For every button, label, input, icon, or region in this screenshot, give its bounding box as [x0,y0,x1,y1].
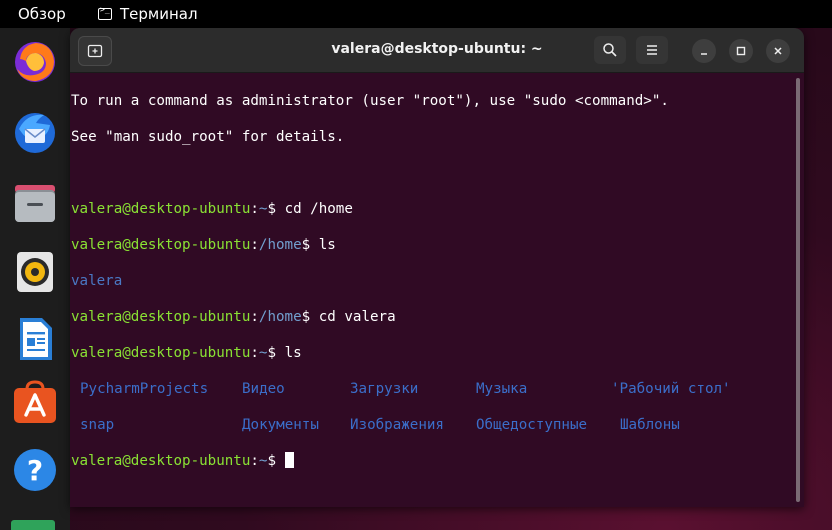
command-text: cd valera [318,309,396,325]
maximize-icon [736,46,746,56]
ls-entry: 'Рабочий стол' [611,381,731,397]
prompt-user-host: valera@desktop-ubuntu [71,237,251,253]
text-cursor [284,452,294,468]
search-icon [603,43,617,57]
prompt-path: ~ [258,201,268,217]
ls-output-line: valera [71,273,123,289]
prompt-user-host: valera@desktop-ubuntu [71,345,251,361]
ls-entry: Шаблоны [620,417,680,433]
thunderbird-icon[interactable] [11,108,59,156]
ls-entry: Общедоступные [476,417,588,433]
prompt-line: valera@desktop-ubuntu:~$ [71,452,791,470]
terminal-window: valera@desktop-ubuntu: ~ To run a comman… [70,28,804,507]
terminal-output[interactable]: To run a command as administrator (user … [71,74,791,504]
top-bar: Обзор Терминал [0,0,832,28]
prompt-path: /home [258,237,302,253]
motd-line-2: See "man sudo_root" for details. [71,129,345,145]
prompt-user-host: valera@desktop-ubuntu [71,309,251,325]
files-icon[interactable] [11,178,59,226]
firefox-icon[interactable] [11,38,59,86]
prompt-line: valera@desktop-ubuntu:/home$ cd valera [71,309,396,325]
ls-entry: PycharmProjects [80,381,209,397]
app-name: Терминал [120,5,198,23]
prompt-path: ~ [258,453,268,469]
ls-entry: Музыка [476,381,528,397]
prompt-path: /home [258,309,302,325]
partial-dock-icon[interactable] [11,520,55,530]
prompt-line: valera@desktop-ubuntu:/home$ ls [71,237,336,253]
prompt-user-host: valera@desktop-ubuntu [71,453,251,469]
command-text: ls [284,345,302,361]
command-text: cd /home [284,201,353,217]
help-icon[interactable]: ? [11,446,59,494]
minimize-icon [701,53,707,55]
libreoffice-writer-icon[interactable] [11,315,59,363]
prompt-path: ~ [258,345,268,361]
ls-entry: Видео [242,381,285,397]
ls-output-row: snap Документы Изображения Общедоступные Шаб… [71,416,791,434]
close-icon [774,47,782,55]
ls-entry: Документы [242,417,319,433]
close-button[interactable] [766,39,790,63]
search-button[interactable] [594,36,626,64]
maximize-button[interactable] [729,39,753,63]
ls-output-row: PycharmProjects Видео Загрузки Музыка 'Рабоч… [71,380,791,398]
prompt-line: valera@desktop-ubuntu:~$ ls [71,345,302,361]
motd-line-1: To run a command as administrator (user … [71,93,669,109]
titlebar: valera@desktop-ubuntu: ~ [70,28,804,73]
svg-text:?: ? [27,454,43,487]
ls-entry: Загрузки [350,381,419,397]
ls-entry: Изображения [350,417,444,433]
minimize-button[interactable] [692,39,716,63]
app-center-icon[interactable] [11,378,59,426]
prompt-user-host: valera@desktop-ubuntu [71,201,251,217]
command-text: ls [318,237,336,253]
ls-entry: snap [80,417,115,433]
menu-button[interactable] [636,36,668,64]
hamburger-icon [647,45,657,55]
dock: ? [0,28,70,530]
prompt-line: valera@desktop-ubuntu:~$ cd /home [71,201,353,217]
rhythmbox-icon[interactable] [11,248,59,296]
app-menu[interactable]: Терминал [98,5,198,23]
terminal-icon [98,5,112,20]
activities-button[interactable]: Обзор [18,5,66,23]
scrollbar[interactable] [796,78,800,502]
